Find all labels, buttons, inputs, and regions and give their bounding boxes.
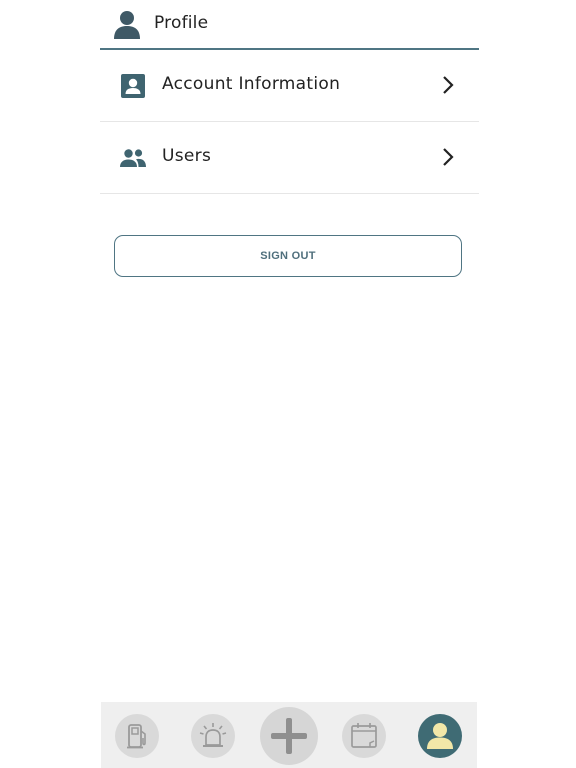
profile-screen: Profile Account Information Users SIGN O… xyxy=(0,0,576,768)
account-information-row[interactable]: Account Information xyxy=(100,50,479,122)
tab-fuel[interactable] xyxy=(115,714,159,758)
page-header: Profile xyxy=(100,0,479,50)
sign-out-button[interactable]: SIGN OUT xyxy=(114,235,462,277)
profile-content: Profile Account Information Users xyxy=(100,0,479,194)
person-icon xyxy=(114,11,140,39)
chevron-right-icon xyxy=(443,76,454,94)
profile-icon xyxy=(427,723,453,749)
users-row[interactable]: Users xyxy=(100,122,479,194)
people-icon xyxy=(120,149,146,167)
plus-icon xyxy=(271,718,307,754)
fuel-pump-icon xyxy=(127,724,146,749)
page-title: Profile xyxy=(154,13,209,33)
account-box-icon xyxy=(121,74,145,98)
bottom-tab-bar xyxy=(101,702,477,768)
tab-add[interactable] xyxy=(260,707,318,765)
alarm-siren-icon xyxy=(199,723,227,747)
account-information-label: Account Information xyxy=(162,74,341,94)
tab-alerts[interactable] xyxy=(191,714,235,758)
tab-profile[interactable] xyxy=(418,714,462,758)
users-label: Users xyxy=(162,146,212,166)
calendar-icon xyxy=(351,723,377,748)
tab-calendar[interactable] xyxy=(342,714,386,758)
chevron-right-icon xyxy=(443,148,454,166)
